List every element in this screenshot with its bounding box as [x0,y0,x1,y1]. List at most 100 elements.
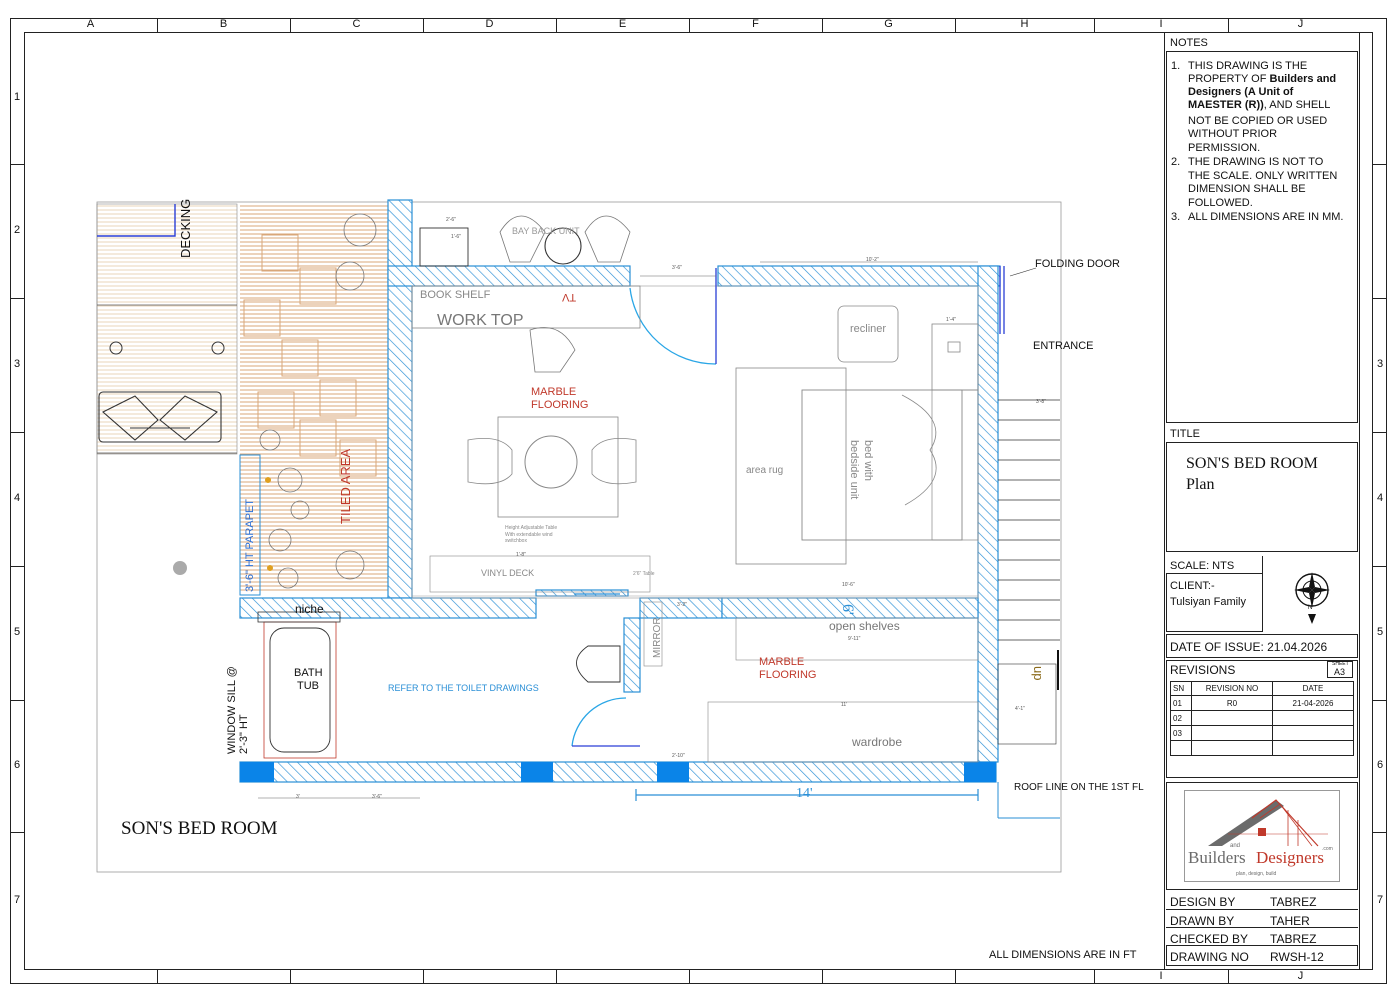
dim-label: 3'-6" [372,794,382,800]
dim-label: 3'-2" [677,602,687,608]
note-1-bold-3: MAESTER (R)), AND SHELL [1188,99,1331,111]
label-area-rug: area rug [746,465,784,476]
rev-cell [1272,710,1354,726]
revisions-header: REVISIONS [1170,663,1236,677]
label-marble-2: MARBLE [759,656,805,668]
note-1-bold-2: Designers (A Unit of [1188,86,1294,98]
title-header: TITLE [1170,428,1200,440]
rev-cell [1272,740,1354,756]
rev-header-sn: SN [1170,681,1192,696]
label-decking: DECKING [178,198,193,258]
drawing-title: SON'S BED ROOM [121,818,278,839]
wc-icon [576,645,621,683]
date-of-issue: DATE OF ISSUE: 21.04.2026 [1170,640,1328,654]
dim-label: 1'-6" [451,234,461,240]
note-1-line-d: NOT BE COPIED OR USED [1188,115,1328,127]
label-bedside: bedside unit [848,440,860,500]
note-3-num: 3. [1171,211,1181,223]
revisions-table: SN REVISION NO DATE 01 R0 21-04-2026 02 03 [1170,681,1354,756]
label-height-table-3: switchbox [505,538,527,544]
rev-cell: 01 [1170,695,1192,711]
label-bath: BATH [294,667,323,679]
logo-text-builders: Builders [1188,848,1246,867]
dim-label: 4'-1" [1015,706,1025,712]
title-line-2: Plan [1186,476,1215,493]
note-1-num: 1. [1171,60,1181,72]
dim-label: 3'-6" [672,265,682,271]
label-marble-1: MARBLE [531,386,577,398]
rev-cell: 02 [1170,710,1192,726]
note-2-num: 2. [1171,156,1181,168]
design-by-value: TABREZ [1270,895,1317,909]
checked-by-label: CHECKED BY [1170,932,1249,946]
label-window-sill-ht: 2'-3" HT [238,714,250,754]
dim-label: 3'-8" [1036,399,1046,405]
logo-text-designers: Designers [1256,848,1324,867]
label-window-sill: WINDOW SILL @ [226,666,238,754]
client-label: CLIENT:- [1170,580,1215,592]
dim-label: 3' [296,794,300,800]
rev-cell [1191,740,1273,756]
note-2-line-c: DIMENSION SHALL BE [1188,183,1306,195]
dimension-6ft: 6' [839,604,856,615]
dim-label: 1'-4" [946,317,956,323]
label-mirror: MIRROR [652,617,663,658]
bed [801,389,963,541]
label-folding-door: FOLDING DOOR [1035,258,1120,270]
design-by-label: DESIGN BY [1170,895,1236,909]
label-vinyl-deck: VINYL DECK [481,568,535,578]
compass-n: N [1308,605,1313,611]
label-up: up [1031,666,1046,681]
dim-label: 2'-10" [672,753,685,759]
dim-label: 9'-11" [848,636,861,642]
note-1-line-a: THIS DRAWING IS THE [1188,60,1308,72]
rev-cell [1170,740,1192,756]
label-parapet: 3'-6" HT PARAPET [244,498,256,592]
rev-cell: 03 [1170,725,1192,741]
note-1-line-e: WITHOUT PRIOR [1188,128,1278,140]
rev-cell [1272,725,1354,741]
rev-header-no: REVISION NO [1191,681,1273,696]
label-recliner: recliner [850,323,887,335]
logo-text-and: and [1230,843,1241,849]
notes-header: NOTES [1170,37,1208,49]
label-work-top: WORK TOP [437,312,524,329]
checked-by-value: TABREZ [1270,932,1317,946]
label-tv: TV [562,291,577,303]
note-1-line-b: PROPERTY OF Builders and [1188,73,1337,85]
note-2-line-d: FOLLOWED. [1188,197,1253,209]
label-flooring-2: FLOORING [759,669,817,681]
label-book-shelf: BOOK SHELF [420,289,491,301]
drawing-no-value: RWSH-12 [1270,950,1324,964]
label-niche: niche [295,602,324,616]
label-bed: bed with [862,440,874,481]
label-tub: TUB [297,680,319,692]
note-1-line-f: PERMISSION. [1188,142,1261,154]
dim-label: 10'-2" [866,257,879,263]
rev-cell: 21-04-2026 [1272,695,1354,711]
label-wardrobe: wardrobe [852,735,903,749]
dim-label: 11' [841,702,848,708]
sheet-size: A3 [1334,667,1346,677]
label-open-shelves: open shelves [829,619,900,633]
note-2-line-b: THE SCALE. ONLY WRITTEN [1188,170,1338,182]
decking-area [96,203,238,455]
company-logo-icon [1208,799,1328,847]
rev-header-date: DATE [1272,681,1354,696]
dim-label: 2'-6" [446,217,456,223]
rev-cell [1191,710,1273,726]
drawn-by-label: DRAWN BY [1170,914,1235,928]
folding-door [999,266,1005,334]
compass-icon [1294,572,1330,624]
logo-tagline: plan, design, build [1236,871,1277,877]
rev-cell [1191,725,1273,741]
rev-cell: R0 [1191,695,1273,711]
dim-label: 1'-8" [516,552,526,558]
label-tiled-area: TILED AREA [338,448,353,524]
label-bay-back-unit: BAY BACK UNIT [512,226,580,236]
label-toilet-note: REFER TO THE TOILET DRAWINGS [388,683,539,693]
label-entrance: ENTRANCE [1033,340,1094,352]
title-line-1: SON'S BED ROOM [1186,455,1318,472]
scale-value: SCALE: NTS [1170,560,1235,572]
note-3-line-a: ALL DIMENSIONS ARE IN MM. [1188,211,1344,223]
